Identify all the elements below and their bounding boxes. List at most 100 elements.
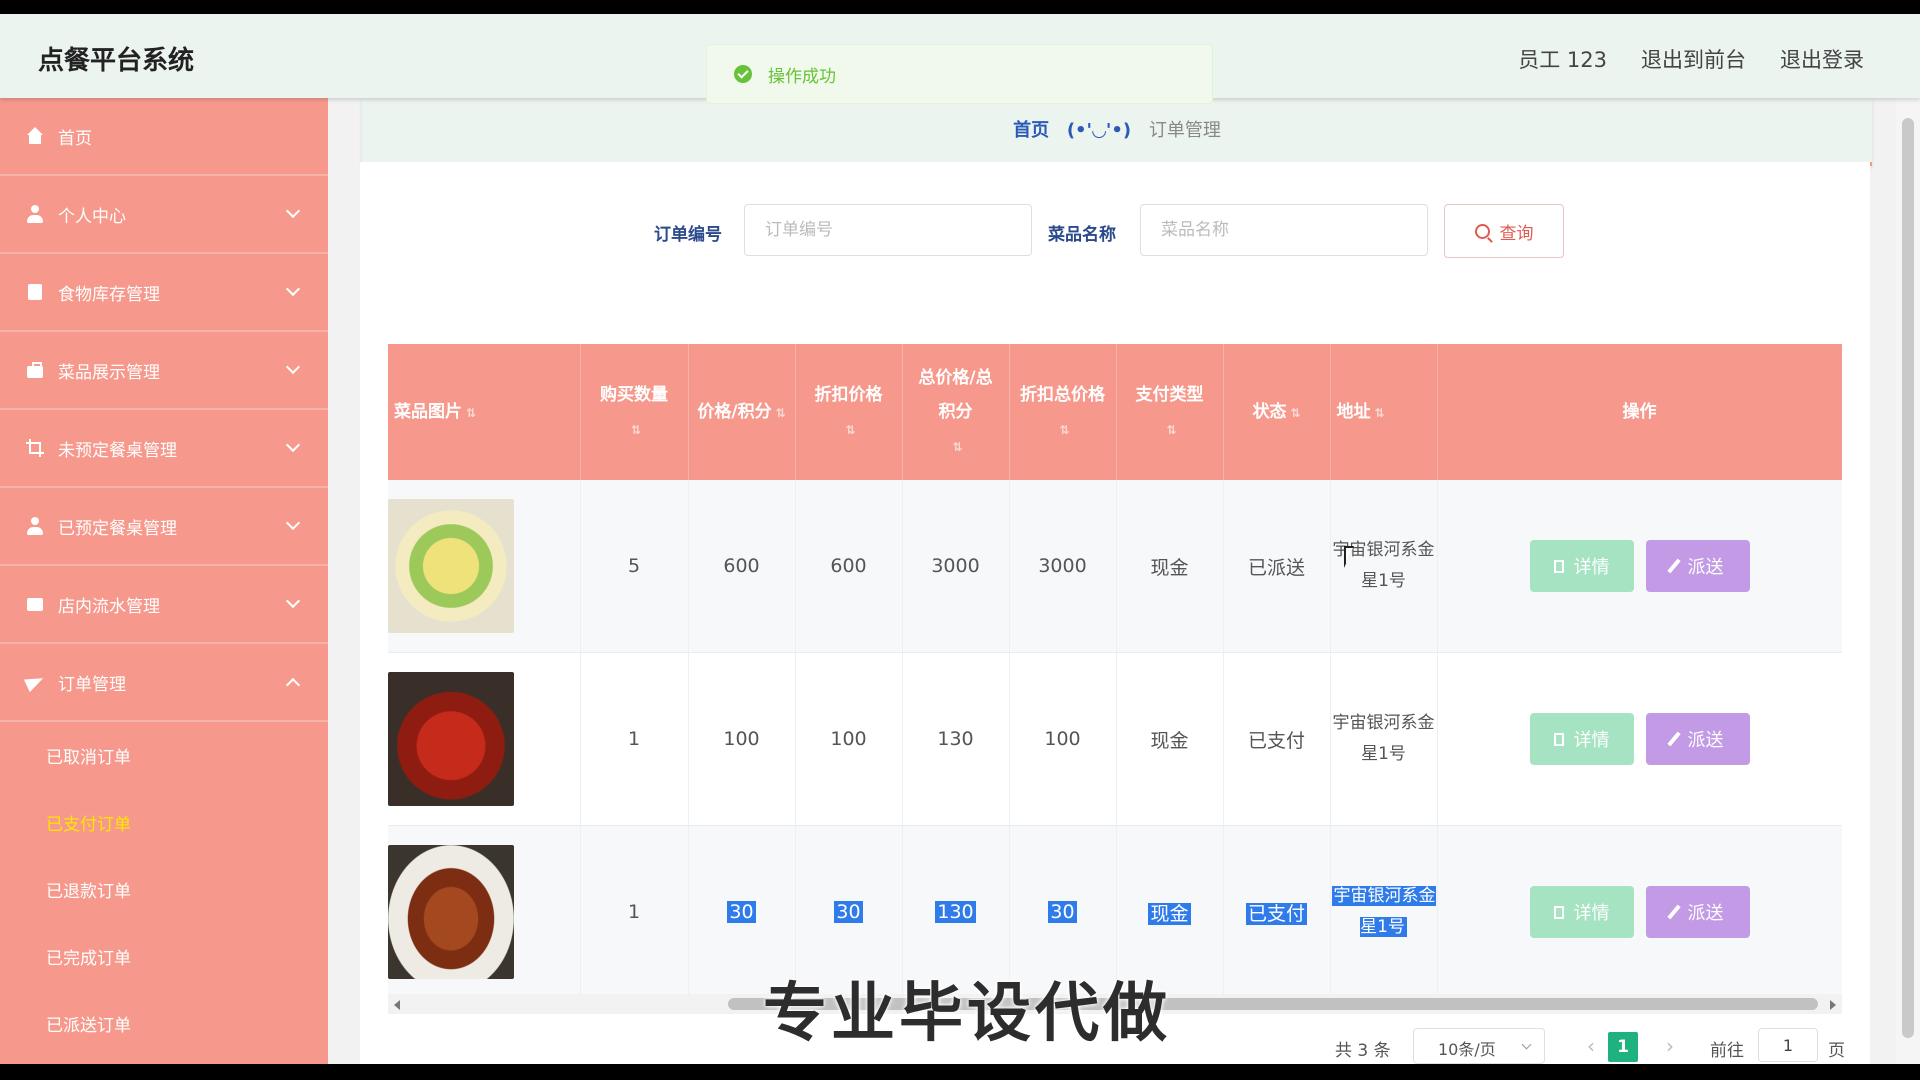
- sidebar-item-label: 店内流水管理: [58, 596, 160, 617]
- column-header[interactable]: 折扣价格 ⇅: [795, 344, 903, 480]
- dish-image-cell: [388, 652, 581, 826]
- current-user-label: 员工 123: [1518, 48, 1607, 72]
- table-header-row: 菜品图片 ⇅ 购买数量 ⇅ 价格/积分 ⇅ 折扣价格 ⇅ 总价格/总积分 ⇅ 折扣总价格⇅…: [388, 344, 1842, 480]
- scroll-left-arrow-icon[interactable]: [394, 1000, 400, 1010]
- page-size-select[interactable]: 10条/页: [1413, 1028, 1545, 1064]
- logout-link[interactable]: 退出登录: [1780, 44, 1864, 74]
- document-icon: [1553, 732, 1564, 746]
- sidebar-subitem-refunded-orders[interactable]: 已退款订单: [0, 856, 328, 923]
- search-form: 订单编号 菜品名称 查询: [360, 204, 1870, 258]
- sidebar-item-label: 个人中心: [58, 206, 126, 227]
- sidebar-item-home[interactable]: 首页: [0, 98, 328, 176]
- check-circle-icon: [734, 65, 752, 83]
- chevron-down-icon: [285, 515, 301, 531]
- dish-name-input[interactable]: [1140, 204, 1428, 256]
- sidebar-subitem-completed-orders[interactable]: 已完成订单: [0, 923, 328, 990]
- sort-icon: ⇅: [1374, 405, 1385, 420]
- pay-type-cell: 现金: [1116, 480, 1224, 653]
- pagination-total: 共 3 条: [1335, 1041, 1391, 1061]
- scrollbar-thumb[interactable]: [1902, 118, 1914, 1038]
- sidebar-item-reserved-tables[interactable]: 已预定餐桌管理: [0, 488, 328, 566]
- chevron-down-icon: [285, 281, 301, 297]
- back-to-front-link[interactable]: 退出到前台: [1641, 44, 1746, 74]
- detail-button[interactable]: 详情: [1529, 886, 1634, 938]
- sidebar-subitem-dispatched-orders[interactable]: 已派送订单: [0, 990, 328, 1057]
- scroll-right-arrow-icon[interactable]: [1830, 1000, 1836, 1010]
- chevron-down-icon: [285, 593, 301, 609]
- goto-label: 前往: [1710, 1041, 1744, 1061]
- dispatch-button[interactable]: 派送: [1645, 886, 1750, 938]
- dish-image-cell: [388, 825, 581, 999]
- dish-braised-fish-image: [388, 845, 514, 979]
- column-header[interactable]: 状态 ⇅: [1223, 344, 1331, 480]
- address-text: 宇宙银河系金星1号: [1331, 886, 1436, 937]
- detail-button[interactable]: 详情: [1529, 540, 1634, 592]
- sidebar-subitem-paid-orders[interactable]: 已支付订单: [0, 789, 328, 856]
- user-icon: [26, 517, 44, 535]
- chevron-down-icon: [285, 359, 301, 375]
- column-header[interactable]: 菜品图片 ⇅: [388, 344, 581, 480]
- discount-total-cell: 3000: [1009, 480, 1117, 653]
- sidebar-item-unreserved-tables[interactable]: 未预定餐桌管理: [0, 410, 328, 488]
- main-content: 订单编号 菜品名称 查询 菜品图片⇅ 购买数量⇅: [360, 162, 1870, 1064]
- breadcrumb-current: 订单管理: [1148, 120, 1221, 141]
- sidebar-item-label: 未预定餐桌管理: [58, 440, 177, 461]
- dispatch-button[interactable]: 派送: [1645, 713, 1750, 765]
- column-header[interactable]: 支付类型 ⇅: [1116, 344, 1224, 480]
- sidebar-item-order-management[interactable]: 订单管理: [0, 644, 328, 722]
- dish-crayfish-image: [388, 672, 514, 806]
- table-row: 1 100 100 130 100 现金 已支付 宇宙银河系金星1号 详情 派送: [388, 652, 1842, 826]
- column-header[interactable]: 地址 ⇅: [1330, 344, 1438, 480]
- detail-button[interactable]: 详情: [1529, 713, 1634, 765]
- query-button-label: 查询: [1499, 223, 1534, 244]
- wallet-icon: [26, 595, 44, 613]
- page-suffix-label: 页: [1828, 1041, 1845, 1061]
- page-vertical-scrollbar[interactable]: [1896, 98, 1920, 1064]
- header-links: 员工 123 退出到前台 退出登录: [1518, 44, 1864, 74]
- sidebar-item-personal-center[interactable]: 个人中心: [0, 176, 328, 254]
- next-page-button[interactable]: ›: [1657, 1034, 1683, 1060]
- sidebar-item-label: 食物库存管理: [58, 284, 160, 305]
- app-title: 点餐平台系统: [38, 46, 195, 76]
- query-button[interactable]: 查询: [1444, 204, 1564, 258]
- column-header[interactable]: 总价格/总积分 ⇅: [902, 344, 1010, 480]
- sidebar-item-food-stock[interactable]: 食物库存管理: [0, 254, 328, 332]
- dish-image-cell: [388, 480, 581, 653]
- prev-page-button[interactable]: ‹: [1578, 1034, 1604, 1060]
- qty-cell: 5: [580, 480, 689, 653]
- sidebar-item-dish-display[interactable]: 菜品展示管理: [0, 332, 328, 410]
- price-cell: 600: [688, 480, 796, 653]
- chevron-up-icon: [285, 677, 301, 693]
- sort-icon: ⇅: [775, 405, 786, 420]
- edit-icon: [1666, 904, 1681, 920]
- price-cell: 100: [688, 652, 796, 826]
- video-watermark: 专业毕设代做: [763, 977, 1171, 1051]
- document-icon: [1553, 905, 1564, 919]
- chevron-down-icon: [285, 203, 301, 219]
- qty-cell: 1: [580, 825, 689, 999]
- clipboard-icon: [26, 283, 44, 301]
- chevron-down-icon: [1521, 1039, 1532, 1050]
- column-header[interactable]: 折扣总价格⇅: [1009, 344, 1117, 480]
- orders-table-wrapper: 菜品图片 ⇅ 购买数量 ⇅ 价格/积分 ⇅ 折扣价格 ⇅ 总价格/总积分 ⇅ 折扣总价格⇅…: [388, 344, 1842, 1016]
- total-cell: 3000: [902, 480, 1010, 653]
- app-screen: 点餐平台系统 员工 123 退出到前台 退出登录 操作成功 首页 个人中心 食物…: [0, 14, 1920, 1064]
- user-icon: [26, 205, 44, 223]
- sidebar-item-store-cashflow[interactable]: 店内流水管理: [0, 566, 328, 644]
- breadcrumb-home-link[interactable]: 首页: [1013, 120, 1049, 141]
- document-icon: [1553, 559, 1564, 573]
- column-header: 操作: [1437, 344, 1842, 480]
- goto-page-input[interactable]: [1758, 1028, 1818, 1062]
- dispatch-button[interactable]: 派送: [1645, 540, 1750, 592]
- order-no-input[interactable]: [744, 204, 1032, 256]
- column-header[interactable]: 购买数量 ⇅: [580, 344, 689, 480]
- sort-icon: ⇅: [952, 439, 963, 454]
- address-cell: 宇宙银河系金星1号: [1330, 652, 1438, 826]
- sort-icon: ⇅: [1290, 405, 1301, 420]
- crop-icon: [26, 439, 44, 457]
- discount-price-cell: 100: [795, 652, 903, 826]
- sidebar-subitem-cancelled-orders[interactable]: 已取消订单: [0, 722, 328, 789]
- page-number-current[interactable]: 1: [1608, 1032, 1638, 1062]
- column-header[interactable]: 价格/积分 ⇅: [688, 344, 796, 480]
- mouse-cursor-icon: [1344, 546, 1354, 568]
